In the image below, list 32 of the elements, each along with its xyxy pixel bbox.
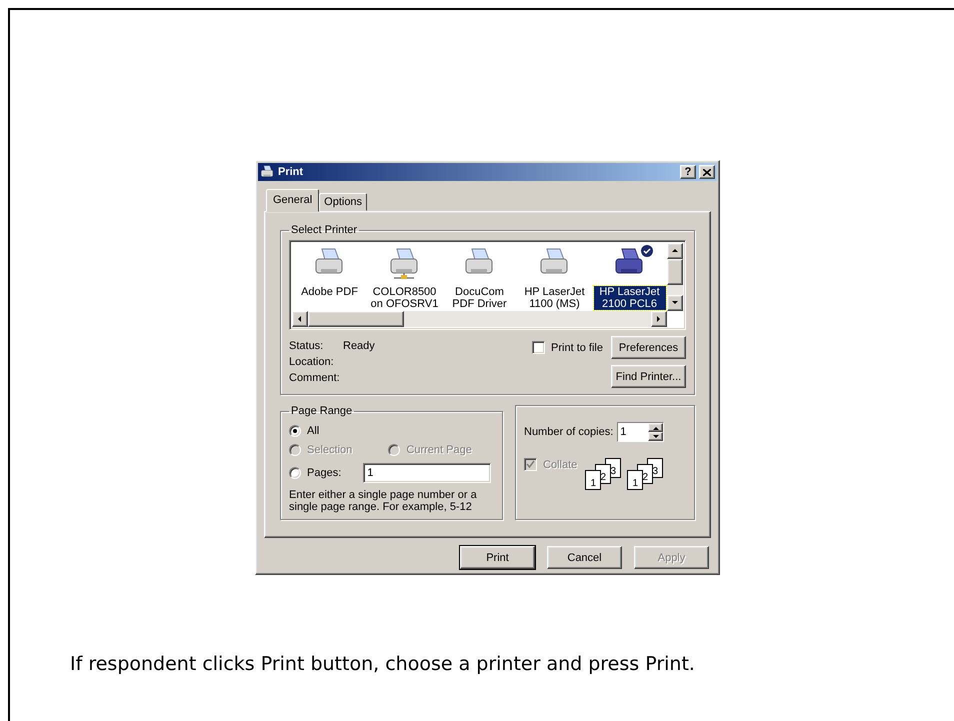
- printer-item[interactable]: DocuCom PDF Driver: [444, 286, 516, 310]
- printer-item[interactable]: Adobe PDF: [294, 286, 366, 298]
- copies-label: Number of copies:: [524, 426, 614, 438]
- dialog-button[interactable]: Cancel: [547, 546, 622, 569]
- preferences-button[interactable]: Preferences: [611, 336, 686, 359]
- find-printer-button[interactable]: Find Printer...: [611, 365, 686, 388]
- printer-item[interactable]: HP LaserJet 2100 PCL6: [594, 286, 666, 310]
- radio-label: Selection: [307, 444, 352, 456]
- page-sheet: 1: [585, 470, 602, 490]
- group-label: Page Range: [290, 405, 354, 417]
- tab[interactable]: Options: [319, 193, 368, 211]
- radio-label: Current Page: [406, 444, 472, 456]
- dialog-button[interactable]: Print: [460, 546, 535, 569]
- window-title: Print: [278, 166, 304, 178]
- printer-item[interactable]: HP LaserJet 1100 (MS): [518, 286, 590, 310]
- info-label: Status:: [289, 340, 324, 352]
- tab[interactable]: General: [266, 189, 320, 212]
- copies-spinner[interactable]: 1: [617, 422, 664, 442]
- radio-label: Pages:: [307, 467, 342, 479]
- caption-text: If respondent clicks Print button, choose a printer and press Print.: [70, 653, 696, 675]
- checkbox-label: Collate: [543, 458, 578, 470]
- info-label: Comment:: [289, 372, 341, 384]
- pages-input-field[interactable]: 1: [363, 463, 492, 483]
- group-label: Select Printer: [290, 224, 358, 236]
- hint-text: Enter either a single page number or a single page range. For example, 5-12: [289, 489, 477, 513]
- info-label: Location:: [289, 356, 335, 368]
- page-sheet: 1: [627, 470, 644, 490]
- checkbox-label: Print to file: [551, 342, 603, 354]
- info-value: Ready: [343, 340, 375, 352]
- printer-item[interactable]: COLOR8500 on OFOSRV1: [368, 286, 440, 310]
- help-button[interactable]: ?: [680, 165, 696, 179]
- radio-label: All: [307, 425, 320, 437]
